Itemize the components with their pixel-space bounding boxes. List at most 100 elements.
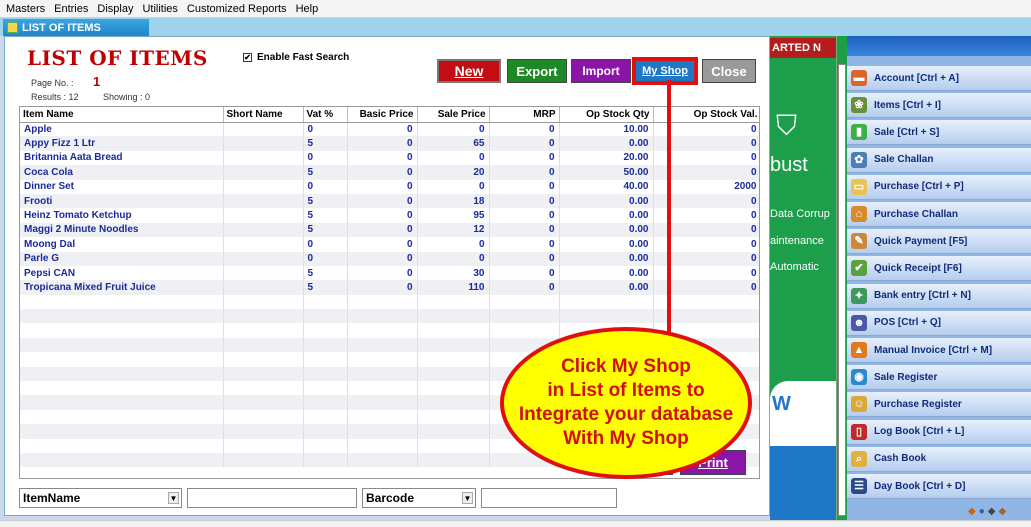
export-button[interactable]: Export (507, 59, 567, 83)
empty-cell[interactable] (347, 309, 418, 324)
cell-vat[interactable]: 5 (303, 208, 348, 223)
empty-cell[interactable] (417, 381, 490, 396)
cell-basic-price[interactable]: 0 (347, 165, 418, 180)
empty-cell[interactable] (303, 409, 348, 425)
empty-cell[interactable] (489, 323, 560, 338)
empty-cell[interactable] (20, 438, 224, 453)
cell-sale-price[interactable]: 0 (417, 237, 490, 252)
table-row[interactable]: Frooti 5 0 18 0 0.00 0 (20, 193, 759, 209)
search-field-combo-1[interactable]: ItemName ▼ (19, 488, 182, 508)
empty-cell[interactable] (417, 424, 490, 439)
empty-cell[interactable] (20, 381, 224, 396)
cell-mrp[interactable]: 0 (489, 208, 560, 223)
cell-short-name[interactable] (223, 193, 304, 209)
cell-short-name[interactable] (223, 165, 304, 180)
empty-cell[interactable] (303, 452, 348, 468)
cell-mrp[interactable]: 0 (489, 280, 560, 295)
empty-cell[interactable] (347, 352, 418, 367)
cell-short-name[interactable] (223, 222, 304, 238)
table-row[interactable]: Dinner Set 0 0 0 0 40.00 2000 (20, 179, 759, 194)
cell-short-name[interactable] (223, 237, 304, 252)
cell-short-name[interactable] (223, 251, 304, 266)
cell-mrp[interactable]: 0 (489, 179, 560, 194)
cell-item-name[interactable]: Dinner Set (20, 179, 224, 194)
cell-vat[interactable]: 5 (303, 193, 348, 209)
close-button[interactable]: Close (702, 59, 756, 83)
empty-cell[interactable] (20, 309, 224, 324)
nav-item-purchase[interactable]: ▭ Purchase [Ctrl + P] (847, 174, 1031, 200)
empty-cell[interactable] (559, 309, 654, 324)
empty-cell[interactable] (417, 438, 490, 453)
nav-item-sale[interactable]: ▮ Sale [Ctrl + S] (847, 120, 1031, 146)
cell-vat[interactable]: 0 (303, 179, 348, 194)
nav-item-day-book[interactable]: ☰ Day Book [Ctrl + D] (847, 474, 1031, 499)
cell-short-name[interactable] (223, 208, 304, 223)
nav-item-items[interactable]: ❀ Items [Ctrl + I] (847, 93, 1031, 119)
tray-icon[interactable]: ◆ (998, 506, 1006, 517)
empty-cell[interactable] (347, 294, 418, 310)
checkbox-checked-icon[interactable]: ✔ (243, 53, 252, 62)
empty-cell[interactable] (303, 381, 348, 396)
cell-basic-price[interactable]: 0 (347, 150, 418, 166)
nav-item-quick-receipt[interactable]: ✔ Quick Receipt [F6] (847, 256, 1031, 282)
window-tab-list-of-items[interactable]: LIST OF ITEMS (3, 19, 149, 36)
cell-sale-price[interactable]: 0 (417, 122, 490, 137)
empty-cell[interactable] (303, 337, 348, 353)
empty-cell[interactable] (417, 337, 490, 353)
empty-cell[interactable] (417, 309, 490, 324)
empty-cell[interactable] (20, 366, 224, 382)
fast-search-toggle[interactable]: ✔ Enable Fast Search (243, 52, 349, 63)
cell-short-name[interactable] (223, 150, 304, 166)
cell-vat[interactable]: 5 (303, 136, 348, 151)
empty-cell[interactable] (347, 452, 418, 468)
cell-basic-price[interactable]: 0 (347, 179, 418, 194)
menu-customized-reports[interactable]: Customized Reports (187, 3, 287, 15)
empty-cell[interactable] (223, 294, 304, 310)
table-row[interactable]: Moong Dal 0 0 0 0 0.00 0 (20, 237, 759, 252)
empty-cell[interactable] (20, 323, 224, 338)
cell-item-name[interactable]: Pepsi CAN (20, 265, 224, 281)
table-row[interactable] (20, 309, 759, 324)
cell-op-stock-qty[interactable]: 20.00 (559, 150, 654, 166)
menu-utilities[interactable]: Utilities (142, 3, 177, 15)
cell-op-stock-qty[interactable]: 0.00 (559, 251, 654, 266)
empty-cell[interactable] (303, 395, 348, 410)
cell-item-name[interactable]: Parle G (20, 251, 224, 266)
nav-item-manual-invoice[interactable]: ▲ Manual Invoice [Ctrl + M] (847, 338, 1031, 363)
cell-short-name[interactable] (223, 179, 304, 194)
cell-item-name[interactable]: Coca Cola (20, 165, 224, 180)
cell-op-stock-qty[interactable]: 0.00 (559, 193, 654, 209)
cell-op-stock-qty[interactable]: 0.00 (559, 136, 654, 151)
cell-sale-price[interactable]: 20 (417, 165, 490, 180)
cell-short-name[interactable] (223, 122, 304, 137)
cell-mrp[interactable]: 0 (489, 122, 560, 137)
nav-item-sale-register[interactable]: ◉ Sale Register (847, 365, 1031, 391)
table-row[interactable]: Britannia Aata Bread 0 0 0 0 20.00 0 (20, 150, 759, 166)
cell-mrp[interactable]: 0 (489, 193, 560, 209)
cell-vat[interactable]: 5 (303, 280, 348, 295)
empty-cell[interactable] (489, 309, 560, 324)
nav-item-sale-challan[interactable]: ✿ Sale Challan (847, 147, 1031, 173)
cell-sale-price[interactable]: 0 (417, 179, 490, 194)
nav-item-quick-payment[interactable]: ✎ Quick Payment [F5] (847, 229, 1031, 255)
cell-op-stock-qty[interactable]: 0.00 (559, 237, 654, 252)
cell-mrp[interactable]: 0 (489, 222, 560, 238)
chevron-down-icon[interactable]: ▼ (462, 492, 473, 504)
empty-cell[interactable] (347, 395, 418, 410)
empty-cell[interactable] (20, 409, 224, 425)
empty-cell[interactable] (223, 323, 304, 338)
empty-cell[interactable] (347, 381, 418, 396)
col-sale-price[interactable]: Sale Price (417, 107, 490, 123)
chevron-down-icon[interactable]: ▼ (168, 492, 179, 504)
col-basic-price[interactable]: Basic Price (347, 107, 418, 123)
cell-item-name[interactable]: Appy Fizz 1 Ltr (20, 136, 224, 151)
empty-cell[interactable] (347, 337, 418, 353)
empty-cell[interactable] (417, 395, 490, 410)
nav-item-bank-entry[interactable]: ✦ Bank entry [Ctrl + N] (847, 283, 1031, 309)
cell-item-name[interactable]: Maggi 2 Minute Noodles (20, 222, 224, 238)
table-row[interactable]: Coca Cola 5 0 20 0 50.00 0 (20, 165, 759, 180)
nav-item-pos[interactable]: ☻ POS [Ctrl + Q] (847, 310, 1031, 336)
empty-cell[interactable] (20, 294, 224, 310)
cell-vat[interactable]: 5 (303, 165, 348, 180)
cell-sale-price[interactable]: 65 (417, 136, 490, 151)
